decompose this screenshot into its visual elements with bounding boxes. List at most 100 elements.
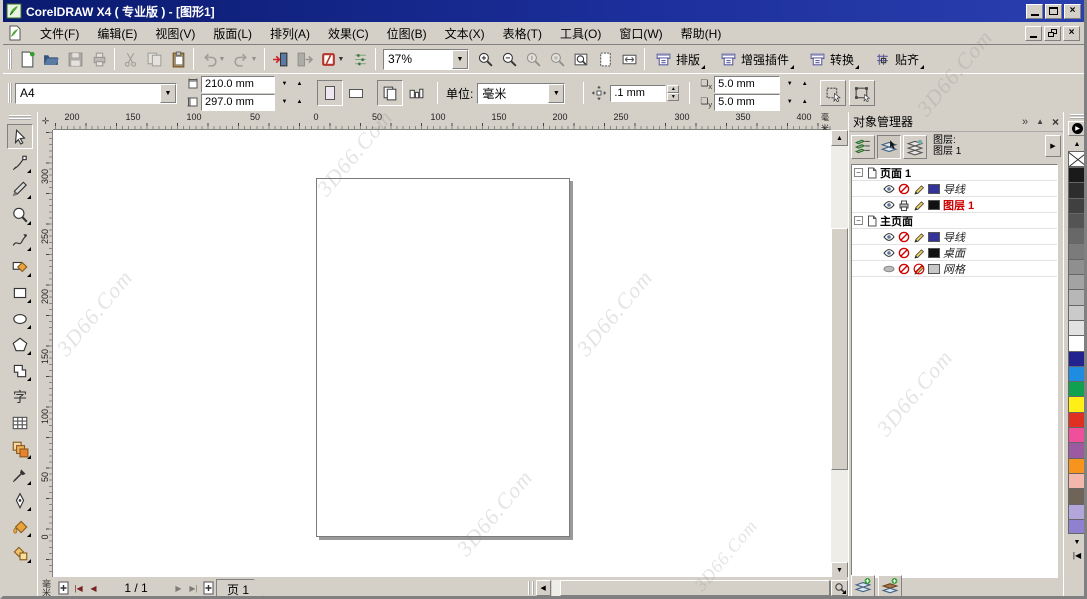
snap-docker-button[interactable]: 贴齐	[867, 47, 926, 71]
basic-shapes-tool-flyout-icon[interactable]	[27, 377, 31, 381]
paper-width-field[interactable]: 210.0 mm	[201, 76, 275, 93]
redo-button-dropdown-icon[interactable]: ▼	[251, 56, 258, 63]
smart-fill-tool-flyout-icon[interactable]	[27, 273, 31, 277]
vertical-scroll-thumb[interactable]	[831, 228, 848, 470]
landscape-button[interactable]	[343, 80, 369, 106]
eyedropper-tool-flyout-icon[interactable]	[27, 481, 31, 485]
color-swatch[interactable]	[1068, 442, 1086, 457]
paper-preset-dropdown-icon[interactable]: ▼	[160, 84, 176, 103]
layer-color-swatch[interactable]	[928, 248, 940, 258]
vertical-ruler[interactable]: 300250200150100500	[38, 130, 53, 577]
color-swatch[interactable]	[1068, 167, 1086, 182]
dup-y-down-icon[interactable]: ▼	[782, 94, 797, 110]
treat-as-filled-button[interactable]	[820, 80, 846, 106]
zoom-level-combo[interactable]: 37% ▼	[383, 49, 469, 70]
rectangle-tool-flyout-icon[interactable]	[27, 299, 31, 303]
close-button[interactable]: ×	[1064, 4, 1081, 19]
duplicate-x-field[interactable]: 5.0 mm	[714, 76, 780, 93]
tree-layer-row[interactable]: 桌面	[852, 245, 1057, 261]
ellipse-tool-flyout-icon[interactable]	[27, 325, 31, 329]
zoom-in-button[interactable]	[473, 47, 497, 71]
toolbar-grip[interactable]	[8, 49, 12, 69]
scroll-left-icon[interactable]: ◀	[536, 580, 551, 596]
collapse-icon[interactable]: −	[854, 216, 863, 225]
smart-fill-tool[interactable]	[7, 254, 33, 279]
menu-文件f[interactable]: 文件(F)	[31, 22, 88, 45]
menu-排列a[interactable]: 排列(A)	[261, 22, 319, 45]
prev-page-button[interactable]: ◀	[86, 580, 101, 596]
zoom-width-button[interactable]	[617, 47, 641, 71]
palette-flyout-button[interactable]: ▶	[1068, 121, 1086, 136]
blend-tool-flyout-icon[interactable]	[27, 455, 31, 459]
pan-zoom-button[interactable]	[831, 580, 848, 596]
color-swatch[interactable]	[1068, 335, 1086, 350]
table-tool[interactable]	[7, 410, 33, 435]
add-page-start-button[interactable]	[56, 580, 71, 596]
color-swatch[interactable]	[1068, 305, 1086, 320]
color-swatch[interactable]	[1068, 259, 1086, 274]
collapse-icon[interactable]: −	[854, 168, 863, 177]
undo-button[interactable]: ▼	[197, 47, 229, 71]
printable-icon[interactable]	[897, 199, 911, 211]
new-master-layer-button[interactable]	[878, 575, 902, 597]
color-swatch[interactable]	[1068, 488, 1086, 503]
paper-height-field[interactable]: 297.0 mm	[201, 94, 275, 111]
paper-height-up-icon[interactable]: ▲	[292, 94, 307, 110]
palette-scroll-up-icon[interactable]: ▲	[1068, 138, 1086, 151]
show-properties-button[interactable]	[851, 135, 875, 159]
color-swatch[interactable]	[1068, 243, 1086, 258]
no-color-swatch[interactable]	[1068, 151, 1086, 167]
cut-button[interactable]	[118, 47, 142, 71]
copy-button[interactable]	[142, 47, 166, 71]
color-swatch[interactable]	[1068, 473, 1086, 488]
maximize-button[interactable]	[1045, 4, 1062, 19]
color-swatch[interactable]	[1068, 198, 1086, 213]
menu-表格t[interactable]: 表格(T)	[494, 22, 551, 45]
drawing-canvas[interactable]	[53, 130, 831, 577]
layer-color-swatch[interactable]	[928, 264, 940, 274]
ellipse-tool[interactable]	[7, 306, 33, 331]
paper-width-up-icon[interactable]: ▲	[292, 76, 307, 92]
shape-tool-flyout-icon[interactable]	[27, 169, 31, 173]
scroll-up-icon[interactable]: ▲	[831, 130, 848, 146]
convert-docker-button[interactable]: 转换	[802, 47, 861, 71]
save-button[interactable]	[63, 47, 87, 71]
polygon-tool[interactable]	[7, 332, 33, 357]
paper-preset-combo[interactable]: A4 ▼	[15, 83, 177, 104]
outline-tool[interactable]	[7, 488, 33, 513]
interactive-fill-tool-flyout-icon[interactable]	[27, 559, 31, 563]
locked-icon[interactable]	[912, 263, 926, 275]
color-swatch[interactable]	[1068, 427, 1086, 442]
propbar-grip[interactable]	[8, 83, 12, 103]
palette-scroll-down-icon[interactable]: ▼	[1068, 536, 1086, 549]
tree-layer-row[interactable]: 导线	[852, 229, 1057, 245]
color-swatch[interactable]	[1068, 320, 1086, 335]
dup-x-down-icon[interactable]: ▼	[782, 76, 797, 92]
palette-expand-icon[interactable]: |◀	[1068, 549, 1086, 562]
redo-button[interactable]: ▼	[229, 47, 261, 71]
nudge-down-icon[interactable]: ▼	[667, 93, 679, 101]
zoom-page-button[interactable]	[593, 47, 617, 71]
minimize-button[interactable]	[1026, 4, 1043, 19]
eyedropper-tool[interactable]	[7, 462, 33, 487]
fill-tool-flyout-icon[interactable]	[27, 533, 31, 537]
layer-color-swatch[interactable]	[928, 232, 940, 242]
color-swatch[interactable]	[1068, 366, 1086, 381]
app-launcher-button-dropdown-icon[interactable]: ▼	[338, 56, 345, 63]
hscroll-grip[interactable]	[528, 581, 534, 595]
horizontal-ruler[interactable]: 20015010050050100150200250300350400毫米	[53, 112, 831, 130]
print-button[interactable]	[87, 47, 111, 71]
new-button[interactable]	[15, 47, 39, 71]
paste-button[interactable]	[166, 47, 190, 71]
plugins-docker-button[interactable]: 增强插件	[713, 47, 796, 71]
tree-layer-row[interactable]: 导线	[852, 181, 1057, 197]
docker-close-icon[interactable]: ×	[1052, 115, 1059, 129]
color-swatch[interactable]	[1068, 519, 1086, 534]
doc-close-button[interactable]: ×	[1063, 26, 1080, 41]
freehand-tool-flyout-icon[interactable]	[27, 247, 31, 251]
layer-color-swatch[interactable]	[928, 200, 940, 210]
interactive-fill-tool[interactable]	[7, 540, 33, 565]
units-combo[interactable]: 毫米 ▼	[477, 83, 565, 104]
palette-grip[interactable]	[1070, 114, 1084, 119]
docker-flyout-icon[interactable]: ▶	[1045, 135, 1061, 157]
